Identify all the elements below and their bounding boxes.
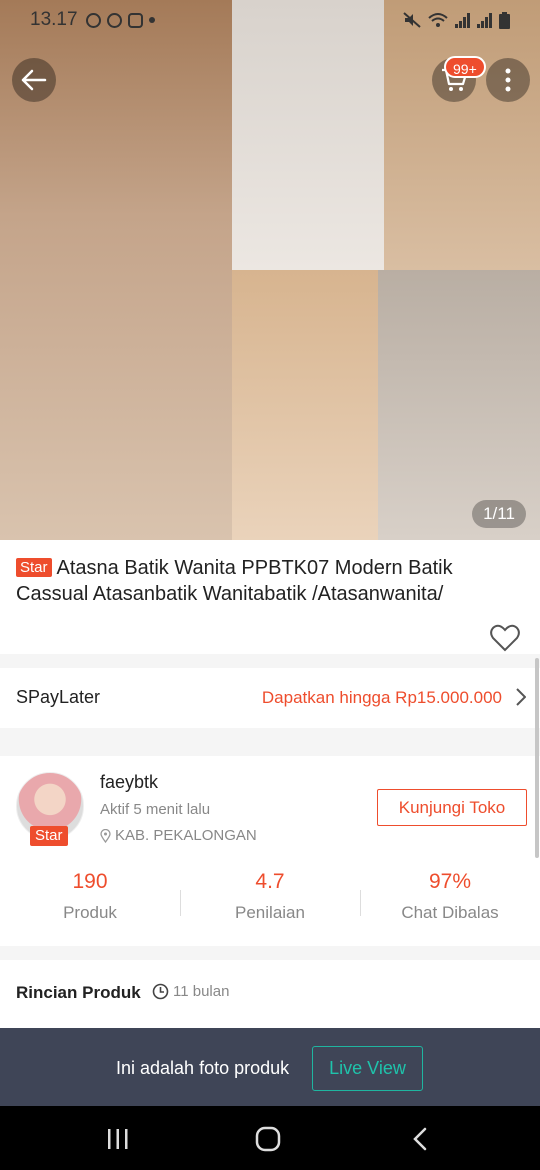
- stat-value: 4.7: [255, 870, 285, 893]
- instagram-icon: [85, 12, 101, 28]
- android-nav-bar: [0, 1106, 540, 1170]
- app-screen: 13.17 99+ 1/11 Star Atasna Batik Wanita P…: [0, 0, 540, 1170]
- product-photo-purple-batik: [232, 0, 384, 270]
- more-notifications-icon: [148, 17, 155, 23]
- home-button[interactable]: [253, 1124, 283, 1154]
- signal-icon-2: [477, 12, 492, 28]
- stat-products: 190 Produk: [0, 870, 180, 934]
- shop-star-badge: Star: [30, 826, 68, 846]
- stat-label: Penilaian: [235, 903, 305, 922]
- stat-chat-reply: 97% Chat Dibalas: [360, 870, 540, 934]
- product-title: Star Atasna Batik Wanita PPBTK07 Modern B…: [16, 555, 528, 607]
- stat-label: Produk: [63, 903, 117, 922]
- details-time: 11 bulan: [152, 983, 229, 1000]
- stat-value: 190: [72, 870, 108, 893]
- whatsapp-icon: [106, 12, 122, 28]
- home-icon: [255, 1126, 281, 1152]
- product-photo-pink-batik: [384, 0, 540, 270]
- recents-icon: [108, 1129, 128, 1149]
- stat-value: 97%: [428, 870, 472, 893]
- more-options-button[interactable]: [486, 58, 530, 102]
- shop-card: Star faeybtk Aktif 5 menit lalu KAB. PEK…: [0, 756, 540, 946]
- shop-name[interactable]: faeybtk: [100, 772, 158, 793]
- image-page-indicator: 1/11: [472, 500, 526, 528]
- notification-icons: [85, 12, 155, 28]
- signal-icon-1: [455, 12, 470, 28]
- banner-text: Ini adalah foto produk: [116, 1058, 290, 1078]
- details-title: Rincian Produk: [16, 983, 141, 1002]
- clock-icon: [152, 983, 169, 1000]
- star-seller-badge: Star: [16, 558, 52, 577]
- back-icon: [413, 1127, 427, 1151]
- heart-icon[interactable]: [490, 624, 520, 652]
- stat-rating: 4.7 Penilaian: [180, 870, 360, 934]
- recents-button[interactable]: [103, 1124, 133, 1154]
- shopee-icon: [127, 12, 143, 28]
- scrollbar[interactable]: [535, 658, 539, 858]
- cart-count-badge: 99+: [444, 56, 486, 78]
- system-icons: [403, 11, 510, 29]
- shop-location: KAB. PEKALONGAN: [100, 827, 257, 844]
- spaylater-promo: Dapatkan hingga Rp15.000.000: [261, 688, 502, 707]
- spaylater-label: SPayLater: [16, 687, 101, 707]
- product-photo-peach-batik: [232, 270, 378, 540]
- shop-location-text: KAB. PEKALONGAN: [115, 827, 257, 844]
- nav-back-button[interactable]: [405, 1124, 435, 1154]
- mute-icon: [403, 12, 421, 28]
- status-bar: 13.17: [0, 0, 540, 40]
- back-button[interactable]: [12, 58, 56, 102]
- spaylater-row[interactable]: SPayLater Dapatkan hingga Rp15.000.000: [0, 668, 540, 728]
- product-title-card: Star Atasna Batik Wanita PPBTK07 Modern B…: [0, 540, 540, 654]
- product-title-text: Atasna Batik Wanita PPBTK07 Modern Batik…: [16, 557, 453, 605]
- shop-stats: 190 Produk 4.7 Penilaian 97% Chat Dibala…: [0, 870, 540, 934]
- live-view-button[interactable]: Live View: [312, 1046, 423, 1091]
- location-pin-icon: [100, 828, 111, 843]
- status-time: 13.17: [30, 9, 78, 30]
- wifi-icon: [428, 13, 448, 27]
- battery-icon: [499, 11, 510, 29]
- product-details-section: Rincian Produk 11 bulan: [0, 960, 540, 1030]
- more-vertical-icon: [505, 68, 511, 92]
- chevron-right-icon: [516, 688, 526, 706]
- visit-shop-button[interactable]: Kunjungi Toko: [377, 789, 527, 826]
- shop-active-status: Aktif 5 menit lalu: [100, 801, 211, 818]
- details-time-text: 11 bulan: [173, 983, 230, 1000]
- photo-info-banner: Ini adalah foto produk Live View: [0, 1028, 540, 1106]
- stat-label: Chat Dibalas: [401, 903, 499, 922]
- back-arrow-icon: [21, 69, 47, 91]
